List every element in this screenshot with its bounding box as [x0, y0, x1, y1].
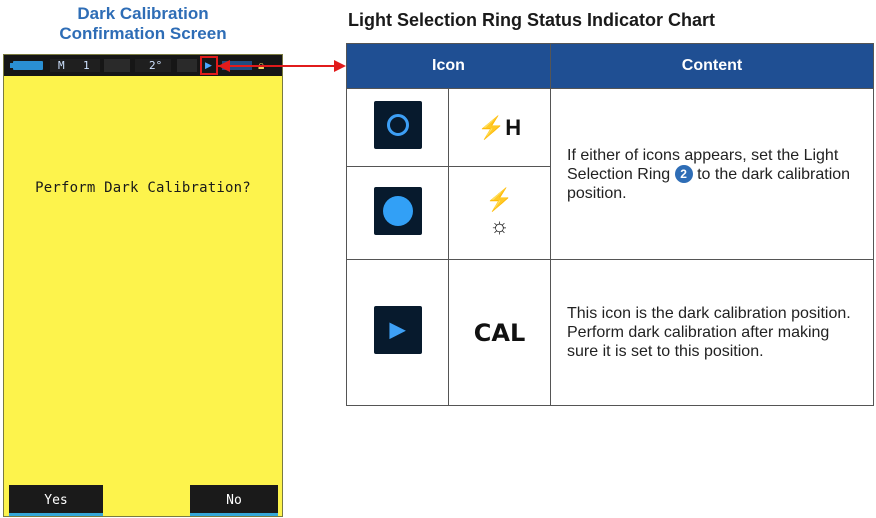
- content-text: This icon is the dark calibration positi…: [567, 305, 851, 322]
- content-cell: If either of icons appears, set the Ligh…: [550, 88, 874, 260]
- ring-number-badge: 2: [674, 165, 693, 184]
- flash-icon: ⚡: [485, 187, 514, 212]
- table-row: ▶ CAL This icon is the dark calibration …: [346, 259, 874, 406]
- status-bar-meter: [222, 61, 252, 70]
- icon-cell: [346, 88, 449, 167]
- symbol-cell: CAL: [448, 259, 551, 406]
- flash-h-icon: ⚡H: [477, 114, 522, 140]
- header-icon: Icon: [346, 43, 551, 89]
- viewing-angle: 2°: [135, 59, 171, 72]
- table-row: ⚡H If either of icons appears, set the L…: [346, 88, 874, 260]
- lock-icon: 🔒︎: [258, 58, 265, 72]
- dark-calibration-icon: ▶: [205, 61, 212, 71]
- dark-calibration-prompt: Perform Dark Calibration?: [35, 180, 251, 196]
- icon-cell: [346, 166, 449, 260]
- sun-icon: ☼: [489, 213, 510, 238]
- cal-label: CAL: [473, 318, 526, 347]
- content-text: Perform dark calibration after making su…: [567, 324, 830, 360]
- status-cell-blank: [104, 59, 130, 72]
- table-header-row: Icon Content: [346, 43, 874, 89]
- header-content: Content: [550, 43, 874, 89]
- dark-calibration-icon: ▶: [373, 306, 422, 354]
- screen-caption-line1: Dark Calibration: [77, 4, 209, 23]
- symbol-cell: ⚡H: [448, 88, 551, 167]
- icon-cell: ▶: [346, 259, 449, 406]
- yes-button[interactable]: Yes: [9, 485, 103, 516]
- status-bar: M 1 2° ▶ 🔒︎: [4, 55, 282, 76]
- mode-index: 1: [78, 59, 100, 72]
- dark-calibration-status: ▶: [200, 56, 218, 75]
- status-cell-blank: [177, 59, 197, 72]
- battery-icon: [10, 61, 43, 70]
- mode-indicator: M: [50, 59, 80, 72]
- status-indicator-table: Icon Content ⚡H If either of icons appea…: [346, 43, 874, 406]
- ring-filled-icon: [373, 186, 422, 235]
- content-cell: This icon is the dark calibration positi…: [550, 259, 874, 406]
- screen-caption-line2: Confirmation Screen: [59, 24, 227, 43]
- chart-title: Light Selection Ring Status Indicator Ch…: [348, 10, 716, 30]
- device-screen: M 1 2° ▶ 🔒︎ Perform Dark Calibration? Ye…: [3, 54, 283, 517]
- no-button[interactable]: No: [190, 485, 278, 516]
- ring-outline-icon: [373, 101, 422, 149]
- screen-caption: Dark Calibration Confirmation Screen: [0, 4, 286, 44]
- symbol-cell: ⚡ ☼: [448, 166, 551, 260]
